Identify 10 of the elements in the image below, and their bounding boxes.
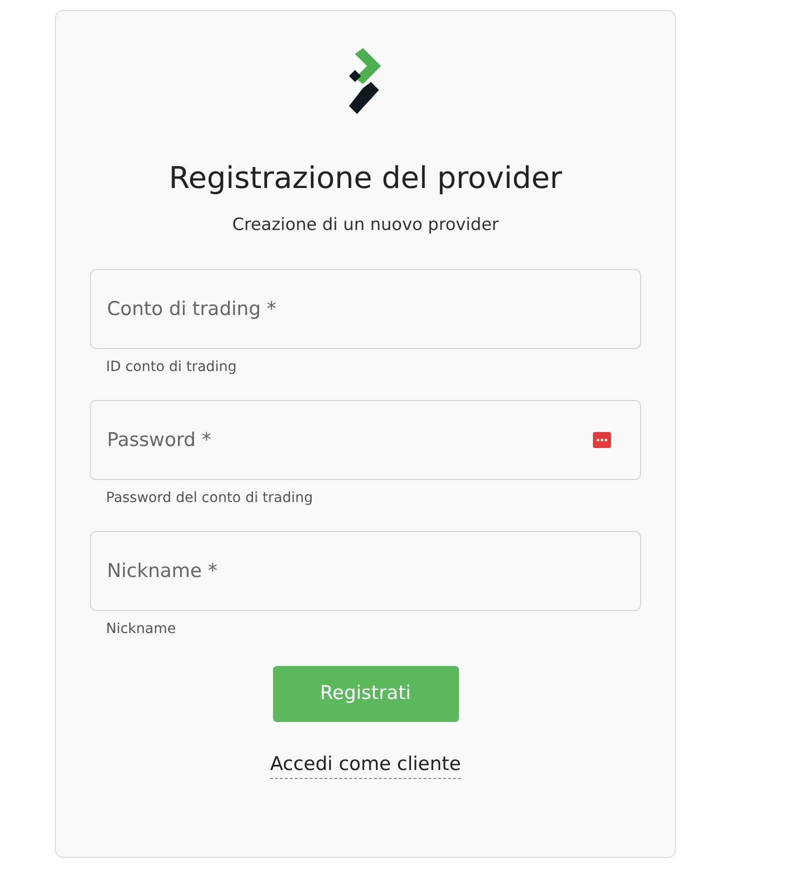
input-field[interactable]: Password * [90,400,641,480]
page-subtitle: Creazione di un nuovo provider [232,214,499,237]
input-field[interactable]: Nickname * [90,530,641,610]
input-field[interactable]: Conto di trading * [90,268,641,348]
client-login-link[interactable]: Accedi come cliente [270,750,461,779]
field-hint: Password del conto di trading [106,488,314,508]
field-hint: ID conto di trading [106,358,238,376]
password-manager-icon[interactable] [593,432,611,448]
page-title: Registrazione del provider [168,160,562,198]
field-hint: Nickname [106,620,177,638]
